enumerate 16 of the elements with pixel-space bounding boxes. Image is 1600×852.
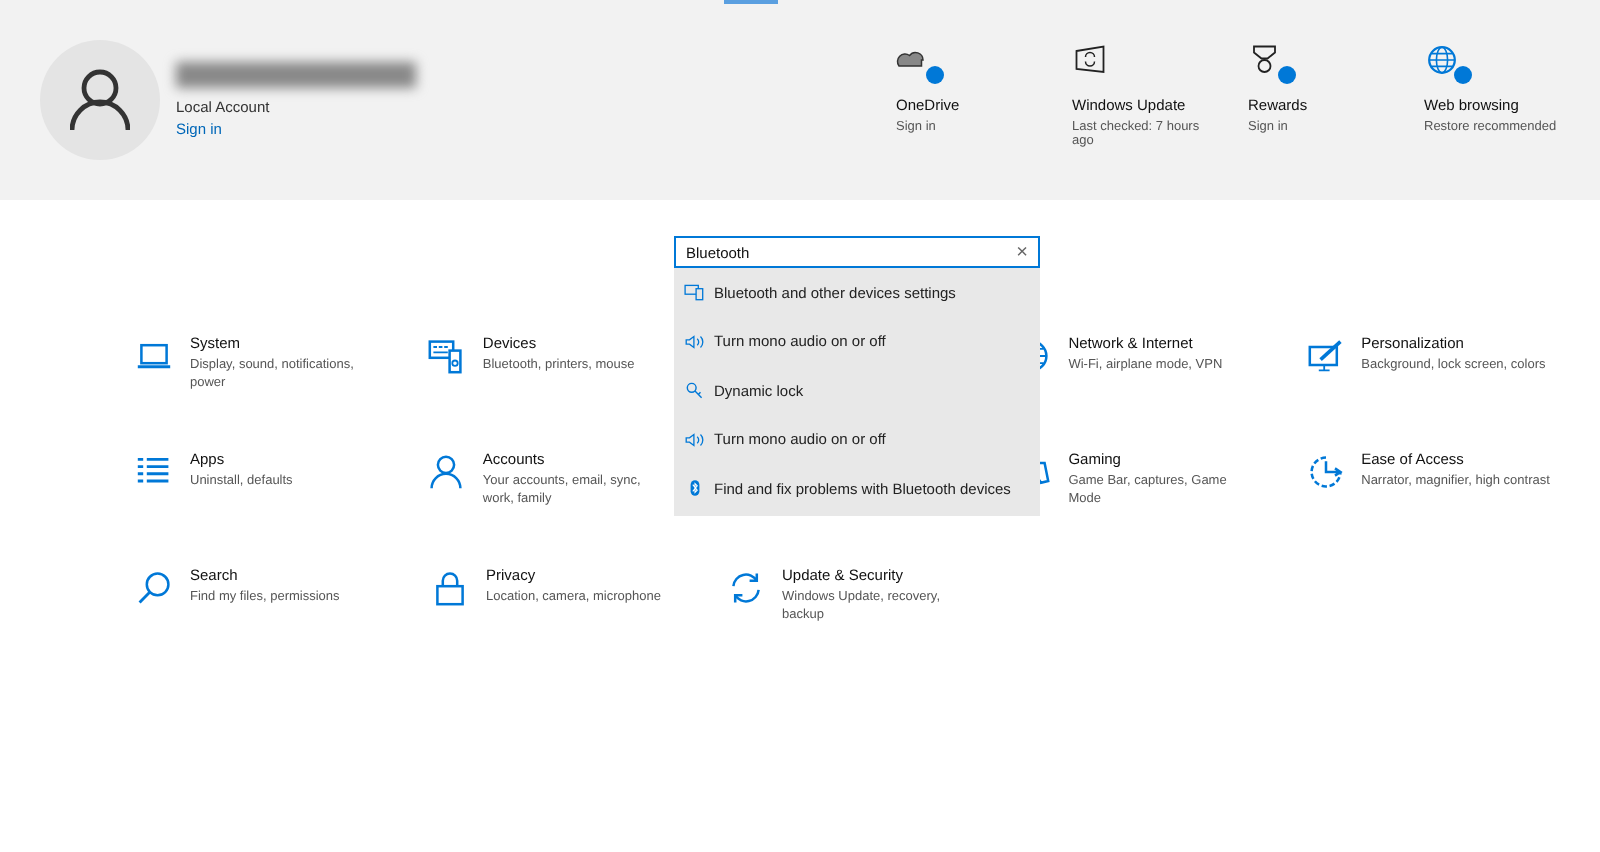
laptop-icon <box>136 338 172 374</box>
lock-icon <box>432 570 468 606</box>
search-icon <box>136 570 172 606</box>
person-icon <box>70 68 130 132</box>
speaker-icon <box>684 429 706 450</box>
monitor-brush-icon <box>1307 338 1344 374</box>
keyboard-icon <box>428 338 465 374</box>
sync-icon <box>728 570 764 606</box>
clear-button[interactable]: × <box>1016 241 1028 263</box>
clock-icon <box>1307 454 1344 490</box>
person-icon <box>428 454 465 490</box>
speaker-icon <box>684 331 706 352</box>
key-icon <box>684 380 706 401</box>
tab-indicator <box>724 0 778 4</box>
devices-icon <box>684 282 706 303</box>
globe-icon <box>1424 44 1460 76</box>
